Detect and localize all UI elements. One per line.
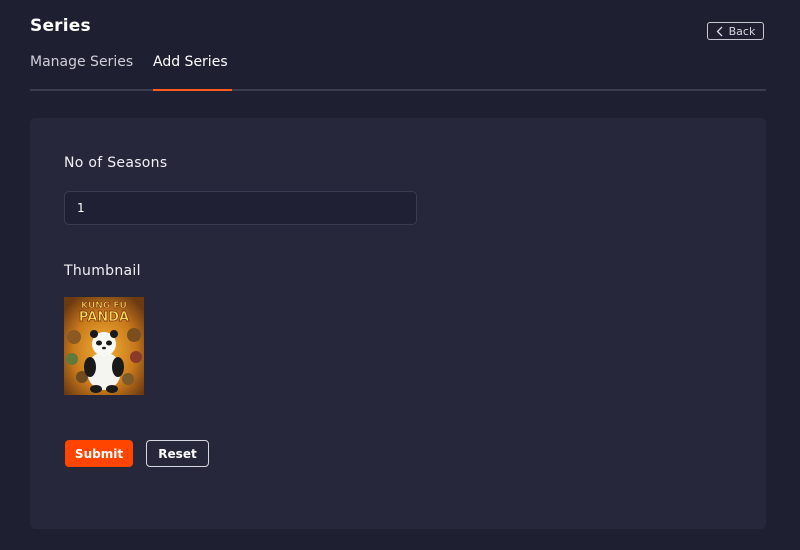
tab-bar: Manage Series Add Series [30,50,766,91]
add-series-form: No of Seasons Thumbnail [30,118,766,529]
tab-manage-series[interactable]: Manage Series [30,54,133,70]
active-tab-indicator [153,89,232,91]
thumbnail-title-line2: PANDA [79,310,129,325]
page-title: Series [30,16,91,36]
seasons-label: No of Seasons [64,155,168,171]
thumbnail-image[interactable]: KUNG FU PANDA [64,297,144,395]
tab-add-series[interactable]: Add Series [153,54,228,88]
back-button[interactable]: Back [707,22,764,40]
chevron-left-icon [716,26,723,37]
thumbnail-label: Thumbnail [64,263,141,279]
reset-button[interactable]: Reset [146,440,209,467]
back-label: Back [728,24,756,38]
submit-button[interactable]: Submit [65,440,133,467]
seasons-input[interactable] [64,191,417,225]
page: Series Back Manage Series Add Series No … [0,0,800,550]
